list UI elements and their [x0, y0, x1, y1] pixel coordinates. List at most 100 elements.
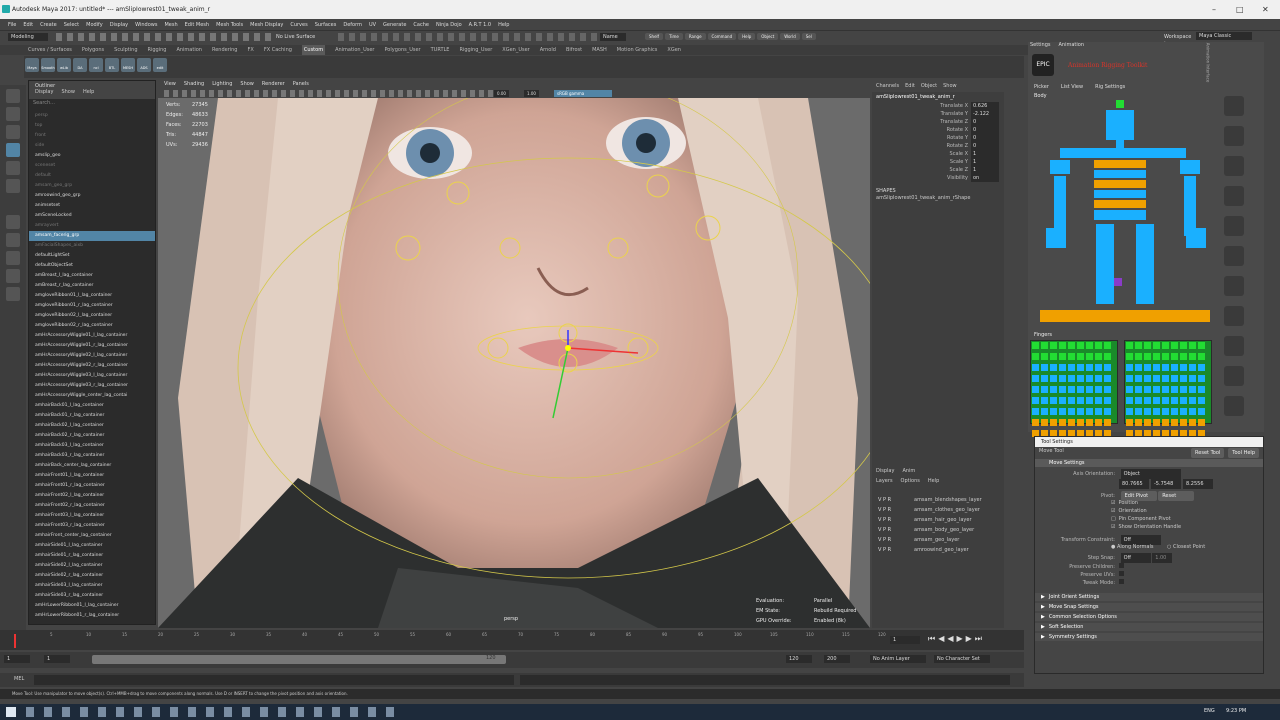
finger-control[interactable] — [1068, 364, 1075, 371]
menu-item[interactable]: Help — [498, 19, 509, 31]
finger-control[interactable] — [1041, 386, 1048, 393]
finger-control[interactable] — [1068, 353, 1075, 360]
finger-control[interactable] — [1104, 375, 1111, 382]
finger-control[interactable] — [1198, 397, 1205, 404]
finger-control[interactable] — [1059, 364, 1066, 371]
outliner-item[interactable]: amgloveRibbon02_l_lag_container — [29, 311, 155, 321]
outliner-item[interactable]: amslip_geo — [29, 151, 155, 161]
viewport-menu-item[interactable]: Show — [240, 81, 254, 87]
finger-control[interactable] — [1059, 397, 1066, 404]
symmetry-field[interactable]: Name — [600, 33, 626, 41]
channel-menu-item[interactable]: Channels — [876, 83, 899, 89]
channel-attr-row[interactable]: Rotate Y0 — [876, 134, 1000, 142]
finger-control[interactable] — [1059, 386, 1066, 393]
menu-item[interactable]: Deform — [343, 19, 362, 31]
language-indicator[interactable]: ENG — [1204, 708, 1215, 714]
char-set-dropdown[interactable]: No Character Set — [934, 655, 990, 663]
outliner-item[interactable]: amHrLowerRibbon01_r_lag_container — [29, 611, 155, 621]
finger-control[interactable] — [1041, 342, 1048, 349]
finger-control[interactable] — [1189, 353, 1196, 360]
finger-control[interactable] — [1162, 353, 1169, 360]
channel-attr-row[interactable]: Visibility on — [876, 174, 1000, 182]
shelf-item[interactable]: BTL — [105, 58, 119, 72]
finger-control[interactable] — [1059, 375, 1066, 382]
finger-control[interactable] — [1180, 386, 1187, 393]
finger-control[interactable] — [1050, 364, 1057, 371]
finger-control[interactable] — [1135, 342, 1142, 349]
menu-item[interactable]: Windows — [135, 19, 157, 31]
finger-control[interactable] — [1126, 375, 1133, 382]
status-toggle[interactable]: Command — [707, 33, 737, 40]
range-bar[interactable] — [92, 655, 506, 664]
finger-control[interactable] — [1059, 408, 1066, 415]
live-surface[interactable]: No Live Surface — [276, 34, 315, 40]
shelf-tab[interactable]: XGen — [667, 45, 681, 55]
channel-attr-row[interactable]: Scale Z1 — [876, 166, 1000, 174]
finger-control[interactable] — [1162, 386, 1169, 393]
finger-control[interactable] — [1041, 375, 1048, 382]
finger-control[interactable] — [1135, 397, 1142, 404]
channel-attr-value[interactable]: 0.626 — [971, 102, 999, 110]
paint-tool-icon[interactable] — [6, 125, 20, 139]
picker-subtab[interactable]: List View — [1061, 84, 1083, 90]
channel-attr-value[interactable]: 1 — [971, 150, 999, 158]
menu-item[interactable]: UV — [369, 19, 376, 31]
channel-attr-value[interactable]: 1 — [971, 166, 999, 174]
finger-control[interactable] — [1032, 408, 1039, 415]
viewport-menu-item[interactable]: Lighting — [212, 81, 232, 87]
finger-control[interactable] — [1077, 408, 1084, 415]
outliner-item[interactable]: persp — [29, 111, 155, 121]
finger-control[interactable] — [1162, 342, 1169, 349]
shelf-tab[interactable]: Custom — [301, 45, 326, 55]
collapsed-section[interactable]: ▶ Joint Orient Settings — [1035, 593, 1263, 601]
finger-control[interactable] — [1198, 364, 1205, 371]
graph-layout-icon[interactable] — [6, 287, 20, 301]
finger-control[interactable] — [1135, 364, 1142, 371]
layer-flags[interactable]: V P R — [878, 506, 914, 514]
two-pane-icon[interactable] — [6, 251, 20, 265]
finger-control[interactable] — [1068, 342, 1075, 349]
current-frame-field[interactable]: 1 — [890, 636, 920, 644]
import-icon[interactable] — [1224, 306, 1244, 326]
finger-control[interactable] — [1180, 419, 1187, 426]
menu-item[interactable]: Edit — [23, 19, 33, 31]
select-icon[interactable] — [1224, 96, 1244, 116]
finger-control[interactable] — [1153, 342, 1160, 349]
preserve-checkbox[interactable] — [1119, 579, 1124, 584]
layer-row[interactable]: V P Ramsam_body_geo_layer — [872, 526, 1004, 534]
layer-menu-item[interactable]: Help — [928, 478, 939, 484]
collapsed-section[interactable]: ▶ Common Selection Options — [1035, 613, 1263, 621]
checkbox-icon[interactable]: ☑ — [1111, 524, 1115, 530]
finger-control[interactable] — [1068, 419, 1075, 426]
finger-control[interactable] — [1068, 375, 1075, 382]
finger-control[interactable] — [1189, 342, 1196, 349]
outliner-item[interactable]: amhairSide02_l_lag_container — [29, 561, 155, 571]
finger-control[interactable] — [1077, 419, 1084, 426]
preserve-checkbox[interactable] — [1119, 571, 1124, 576]
finger-control[interactable] — [1189, 375, 1196, 382]
finger-control[interactable] — [1086, 408, 1093, 415]
menu-item[interactable]: Ninja Dojo — [436, 19, 462, 31]
menu-item[interactable]: Display — [110, 19, 128, 31]
menu-item[interactable]: A.R.T 1.0 — [469, 19, 491, 31]
finger-control[interactable] — [1171, 419, 1178, 426]
help-icon[interactable] — [1224, 396, 1244, 416]
shelf-item[interactable]: DA — [73, 58, 87, 72]
time-slider[interactable]: 5 10 15 20 25 30 35 40 45 50 55 60 65 70 75 80 85 90 95 100… — [0, 630, 1024, 650]
outliner-item[interactable]: amhairFront_center_lag_container — [29, 531, 155, 541]
layer-flags[interactable]: V P R — [878, 516, 914, 524]
finger-control[interactable] — [1180, 364, 1187, 371]
menu-item[interactable]: Mesh Display — [250, 19, 283, 31]
outliner-item[interactable]: top — [29, 121, 155, 131]
picker-subtab[interactable]: Rig Settings — [1095, 84, 1125, 90]
layer-flags[interactable]: V P R — [878, 536, 914, 544]
windows-start-icon[interactable] — [6, 707, 16, 717]
minimize-icon[interactable]: – — [1212, 5, 1216, 14]
channel-menu-item[interactable]: Object — [921, 83, 937, 89]
lasso-tool-icon[interactable] — [6, 107, 20, 121]
outliner-item[interactable]: amhairBack03_l_lag_container — [29, 441, 155, 451]
outliner-item[interactable]: amrayvert — [29, 221, 155, 231]
finger-control[interactable] — [1104, 419, 1111, 426]
layer-tab[interactable]: Anim — [902, 468, 915, 474]
finger-control[interactable] — [1189, 397, 1196, 404]
